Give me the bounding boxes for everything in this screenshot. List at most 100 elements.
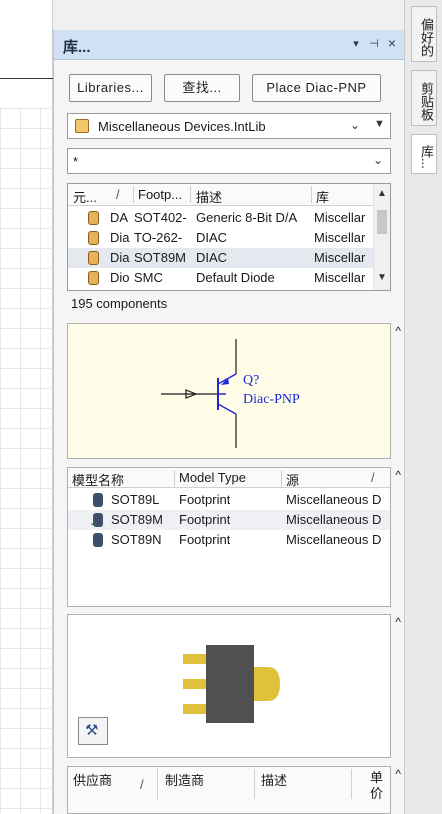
side-tab-strip: 偏好的 剪贴板 库... (404, 0, 442, 814)
libraries-button[interactable]: Libraries... (69, 74, 152, 102)
collapse-icon[interactable]: ^ (395, 468, 401, 482)
scroll-up-icon[interactable]: ▲ (377, 188, 387, 199)
component-icon (88, 231, 99, 245)
model-source: Miscellaneous D (286, 532, 382, 547)
schematic-canvas[interactable] (0, 0, 53, 814)
component-library: Miscellar (314, 270, 366, 285)
supplier-list-header: 供应商 / 制造商 描述 单价 (68, 767, 390, 813)
check-icon: ✓ (90, 518, 98, 528)
col-header-library[interactable]: 库 (316, 187, 329, 206)
component-library: Miscellar (314, 250, 366, 265)
sort-indicator: / (116, 187, 120, 202)
col-sep (254, 769, 255, 799)
close-icon[interactable]: × (385, 35, 399, 51)
component-icon (88, 251, 99, 265)
model-row-selected[interactable]: ✓ SOT89M Footprint Miscellaneous D (68, 510, 390, 530)
tab-clipboard[interactable]: 剪贴板 (411, 70, 437, 126)
col-sep (281, 470, 282, 487)
model-row[interactable]: SOT89L Footprint Miscellaneous D (68, 490, 390, 510)
component-name: Dia (110, 230, 130, 245)
filter-chevron-icon[interactable]: ⌄ (373, 153, 383, 167)
col-sep (311, 186, 312, 203)
model-name: SOT89L (111, 492, 160, 507)
library-select[interactable]: Miscellaneous Devices.IntLib ⌄ (67, 113, 391, 139)
component-icon (88, 271, 99, 285)
component-list-header: 元... / Footp... 描述 库 (68, 184, 374, 206)
sot89-footprint-graphic (183, 645, 280, 723)
component-row[interactable]: Dia TO-262- DIAC Miscellar (68, 228, 374, 248)
panel-titlebar: 库... ▾ ⊣ × (54, 30, 405, 60)
model-source: Miscellaneous D (286, 492, 382, 507)
library-select-value: Miscellaneous Devices.IntLib (98, 119, 266, 134)
symbol-designator: Q? (243, 373, 260, 388)
canvas-line (0, 78, 53, 79)
library-file-icon (75, 119, 89, 133)
collapse-icon[interactable]: ^ (395, 767, 401, 781)
col-header-supplier[interactable]: 供应商 (73, 770, 112, 789)
model-list-header: 模型名称 Model Type 源 / (68, 468, 390, 488)
model-name: SOT89N (111, 532, 162, 547)
model-source: Miscellaneous D (286, 512, 382, 527)
model-type: Footprint (179, 512, 231, 527)
panel-title: 库... (63, 39, 91, 56)
component-footprint: SMC (134, 270, 163, 285)
footprint-model-icon (93, 493, 103, 507)
filter-input[interactable]: * ⌄ (67, 148, 391, 174)
col-sep (190, 186, 191, 203)
model-type: Footprint (179, 532, 231, 547)
footprint-preview: ⚒ (67, 614, 391, 758)
col-header-source[interactable]: 源 (286, 470, 299, 489)
pin-icon[interactable]: ⊣ (367, 37, 381, 50)
col-sep (157, 769, 158, 799)
tab-libraries[interactable]: 库... (411, 134, 437, 174)
collapse-icon[interactable]: ^ (395, 615, 401, 629)
component-list-scrollbar[interactable]: ▲ ▼ (373, 184, 390, 290)
hammer-icon: ⚒ (85, 722, 99, 739)
col-sep (351, 769, 352, 799)
filter-value: * (73, 154, 79, 169)
footprint-3d-button[interactable]: ⚒ (78, 717, 108, 745)
component-count: 195 components (71, 296, 168, 311)
component-description: Generic 8-Bit D/A (196, 210, 298, 225)
component-footprint: SOT89M (134, 250, 187, 265)
col-header-description[interactable]: 描述 (261, 770, 287, 789)
tab-favorites[interactable]: 偏好的 (411, 6, 437, 62)
sort-indicator: / (371, 470, 375, 485)
col-header-model-name[interactable]: 模型名称 (72, 470, 124, 489)
component-row-selected[interactable]: Dia SOT89M DIAC Miscellar (68, 248, 374, 268)
model-type: Footprint (179, 492, 231, 507)
component-name: Dia (110, 250, 130, 265)
collapse-icon[interactable]: ^ (395, 324, 401, 338)
supplier-list[interactable]: 供应商 / 制造商 描述 单价 (67, 766, 391, 814)
search-button[interactable]: 查找... (164, 74, 240, 102)
component-row[interactable]: Dio SMC Default Diode Miscellar (68, 268, 374, 288)
component-library: Miscellar (314, 210, 366, 225)
symbol-comment: Diac-PNP (243, 392, 300, 407)
scrollbar-thumb[interactable] (377, 210, 387, 234)
place-component-button[interactable]: Place Diac-PNP (252, 74, 381, 102)
chevron-down-icon[interactable]: ⌄ (350, 118, 360, 132)
model-row[interactable]: SOT89N Footprint Miscellaneous D (68, 530, 390, 550)
col-header-unit-price[interactable]: 单价 (370, 770, 386, 802)
panel-menu-icon[interactable]: ▾ (349, 37, 363, 50)
scroll-down-icon[interactable]: ▼ (377, 272, 387, 283)
component-description: DIAC (196, 230, 228, 245)
col-header-footprint[interactable]: Footp... (138, 187, 182, 202)
model-list[interactable]: 模型名称 Model Type 源 / SOT89L Footprint Mis… (67, 467, 391, 607)
library-menu-icon[interactable]: ▼ (374, 118, 385, 130)
col-header-description[interactable]: 描述 (196, 187, 222, 206)
col-header-model-type[interactable]: Model Type (179, 470, 246, 485)
component-library: Miscellar (314, 230, 366, 245)
col-header-manufacturer[interactable]: 制造商 (165, 770, 204, 789)
col-header-name[interactable]: 元... (73, 187, 97, 206)
col-sep (133, 186, 134, 203)
component-list[interactable]: 元... / Footp... 描述 库 DA SOT402- Generic … (67, 183, 391, 291)
component-name: Dio (110, 270, 130, 285)
component-description: DIAC (196, 250, 228, 265)
sort-indicator: / (140, 777, 144, 792)
component-name: DA (110, 210, 129, 225)
component-icon (88, 211, 99, 225)
col-sep (174, 470, 175, 487)
component-footprint: TO-262- (134, 230, 183, 245)
component-row[interactable]: DA SOT402- Generic 8-Bit D/A Miscellar (68, 208, 374, 228)
